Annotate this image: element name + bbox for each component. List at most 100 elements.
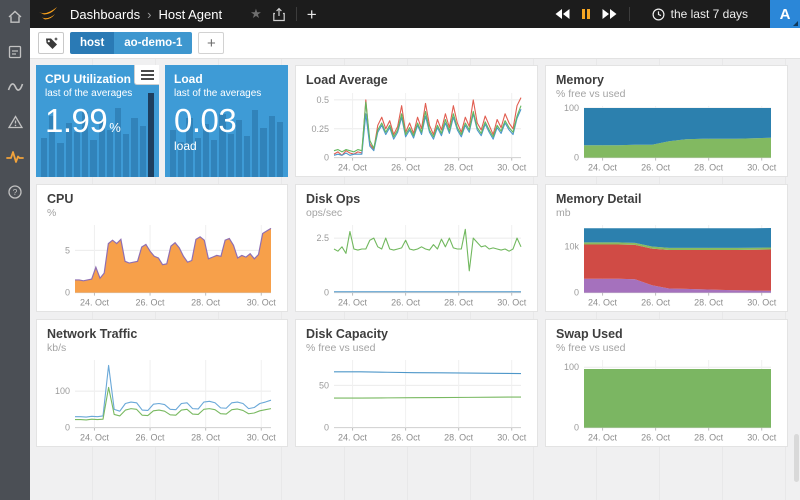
rewind-icon[interactable] [555, 9, 570, 19]
svg-text:0: 0 [324, 288, 329, 298]
chart-panel-cpu[interactable]: CPU % 0524. Oct26. Oct28. Oct30. Oct [36, 184, 288, 312]
svg-text:30. Oct: 30. Oct [497, 163, 527, 173]
sidebar-item-help[interactable]: ? [6, 183, 24, 201]
playback-controls [555, 9, 617, 19]
svg-text:100: 100 [564, 103, 579, 113]
chart-subtitle: % free vs used [556, 342, 777, 354]
svg-text:28. Oct: 28. Oct [444, 433, 474, 443]
svg-text:28. Oct: 28. Oct [444, 163, 474, 173]
chart-panel-memory[interactable]: Memory % free vs used 0 100 24. Oct 26. Oct… [545, 65, 788, 177]
sidebar-item-metrics[interactable] [6, 78, 24, 96]
chart-subtitle: kb/s [47, 342, 277, 354]
svg-text:26. Oct: 26. Oct [136, 298, 166, 308]
tag-value: ao-demo-1 [114, 32, 192, 54]
tile-cpu-utilization[interactable]: CPU Utilization last of the averages 1.9… [36, 65, 159, 177]
help-icon: ? [7, 184, 23, 200]
chart-subtitle: ops/sec [306, 207, 527, 219]
svg-text:50: 50 [319, 381, 329, 391]
add-tag-button[interactable]: + [198, 32, 224, 54]
svg-text:0: 0 [324, 423, 329, 433]
time-range-selector[interactable]: the last 7 days [642, 7, 758, 21]
chart-panel-disk-ops[interactable]: Disk Ops ops/sec 02.524. Oct26. Oct28. O… [295, 184, 538, 312]
sidebar: ? [0, 0, 30, 500]
tile-load[interactable]: Load last of the averages 0.03 load [165, 65, 288, 177]
tag-pill-host[interactable]: host ao-demo-1 [70, 32, 192, 54]
chart-title: Swap Used [556, 327, 777, 341]
breadcrumb-dashboards[interactable]: Dashboards [70, 7, 140, 22]
breadcrumb-host-agent: Host Agent [158, 7, 222, 22]
chart-subtitle: % free vs used [556, 88, 777, 100]
svg-text:30. Oct: 30. Oct [747, 163, 777, 173]
svg-text:0: 0 [324, 153, 329, 163]
share-icon[interactable] [272, 7, 286, 22]
chart-panel-swap-used[interactable]: Swap Used % free vs used 010024. Oct26. … [545, 319, 788, 447]
chart-disk-capacity: 05024. Oct26. Oct28. Oct30. Oct [306, 355, 527, 444]
sidebar-item-dashboards[interactable] [6, 43, 24, 61]
favorite-star-icon[interactable]: ★ [250, 6, 262, 22]
solarwinds-logo [36, 4, 62, 24]
tile-pair: CPU Utilization last of the averages 1.9… [36, 65, 288, 177]
chart-panel-memory-detail[interactable]: Memory Detail mb 010k24. Oct26. Oct28. O… [545, 184, 788, 312]
scrollbar-thumb[interactable] [794, 434, 799, 482]
svg-text:?: ? [13, 187, 18, 197]
chart-panel-disk-capacity[interactable]: Disk Capacity % free vs used 05024. Oct2… [295, 319, 538, 447]
svg-text:100: 100 [55, 386, 70, 396]
pulse-icon [6, 149, 24, 165]
sidebar-item-pulse[interactable] [6, 148, 24, 166]
svg-text:0: 0 [574, 423, 579, 433]
tile-subtitle: last of the averages [45, 88, 150, 99]
svg-text:24. Oct: 24. Oct [338, 298, 368, 308]
breadcrumb: Dashboards › Host Agent [70, 7, 222, 22]
svg-text:0: 0 [574, 153, 579, 163]
divider [629, 7, 630, 21]
svg-text:30. Oct: 30. Oct [747, 433, 777, 443]
svg-text:24. Oct: 24. Oct [338, 163, 368, 173]
sidebar-item-alerts[interactable] [6, 113, 24, 131]
svg-text:24. Oct: 24. Oct [338, 433, 368, 443]
add-widget-button[interactable]: + [307, 6, 317, 23]
svg-text:24. Oct: 24. Oct [588, 298, 618, 308]
svg-text:24. Oct: 24. Oct [80, 298, 110, 308]
tag-filter-bar: host ao-demo-1 + [30, 28, 800, 59]
svg-text:26. Oct: 26. Oct [391, 433, 421, 443]
svg-text:2.5: 2.5 [316, 233, 329, 243]
svg-text:30. Oct: 30. Oct [497, 298, 527, 308]
dashboards-icon [7, 44, 23, 60]
time-range-label: the last 7 days [671, 7, 748, 21]
top-bar: Dashboards › Host Agent ★ + [30, 0, 800, 28]
chart-panel-network-traffic[interactable]: Network Traffic kb/s 010024. Oct26. Oct2… [36, 319, 288, 447]
dashboard-canvas: CPU Utilization last of the averages 1.9… [30, 59, 800, 500]
svg-text:28. Oct: 28. Oct [444, 298, 474, 308]
user-avatar[interactable]: A [770, 0, 800, 28]
tag-favorite-button[interactable] [38, 32, 64, 54]
svg-text:0: 0 [574, 288, 579, 298]
chart-title: Network Traffic [47, 327, 277, 341]
svg-text:0: 0 [65, 423, 70, 433]
chart-swap-used: 010024. Oct26. Oct28. Oct30. Oct [556, 355, 777, 444]
svg-text:0: 0 [65, 288, 70, 298]
metrics-icon [7, 79, 24, 95]
chart-subtitle: % [47, 207, 277, 219]
chart-memory: 0 100 24. Oct 26. Oct 28. Oct 30. Oct [556, 101, 777, 174]
chart-cpu: 0524. Oct26. Oct28. Oct30. Oct [47, 220, 277, 309]
svg-text:30. Oct: 30. Oct [247, 298, 277, 308]
svg-text:26. Oct: 26. Oct [641, 163, 671, 173]
tile-menu-icon[interactable] [134, 65, 159, 85]
avatar-initial: A [780, 6, 791, 23]
tag-icon [44, 36, 59, 51]
svg-text:26. Oct: 26. Oct [391, 163, 421, 173]
fast-forward-icon[interactable] [602, 9, 617, 19]
svg-text:28. Oct: 28. Oct [694, 163, 724, 173]
chart-panel-load-average[interactable]: Load Average 00.250.524. Oct26. Oct28. O… [295, 65, 538, 177]
chart-title: Load Average [306, 73, 527, 87]
svg-text:30. Oct: 30. Oct [747, 298, 777, 308]
svg-text:26. Oct: 26. Oct [641, 298, 671, 308]
tile-unit: % [109, 120, 120, 135]
chart-network-traffic: 010024. Oct26. Oct28. Oct30. Oct [47, 355, 277, 444]
chart-title: Memory [556, 73, 777, 87]
svg-text:24. Oct: 24. Oct [588, 163, 618, 173]
clock-icon [652, 8, 665, 21]
pause-icon[interactable] [582, 9, 590, 19]
sidebar-item-home[interactable] [6, 8, 24, 26]
svg-text:10k: 10k [564, 242, 579, 252]
